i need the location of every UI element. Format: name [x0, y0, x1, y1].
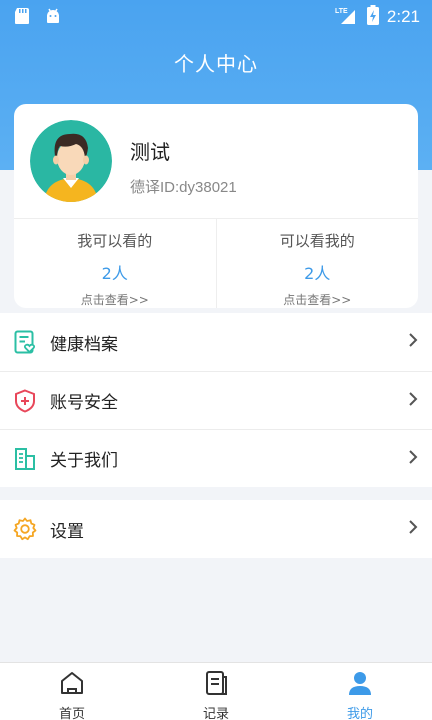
user-name: 测试: [130, 140, 170, 164]
home-icon: [58, 669, 86, 701]
menu-item-about-us[interactable]: 关于我们: [0, 429, 432, 487]
stat-i-can-view[interactable]: 我可以看的 2人 点击查看>>: [14, 219, 216, 308]
network-type-text: LTE: [335, 8, 348, 15]
view-link[interactable]: 点击查看>>: [14, 291, 216, 308]
page-title: 个人中心: [174, 52, 258, 76]
chevron-right-icon: [408, 391, 418, 411]
tab-label: 我的: [346, 707, 373, 720]
chevron-right-icon: [408, 519, 418, 539]
menu-item-settings[interactable]: 设置: [0, 500, 432, 558]
menu-label: 关于我们: [50, 451, 118, 471]
stat-count: 2人: [101, 264, 128, 283]
tab-mine[interactable]: 我的: [288, 663, 432, 720]
chevron-right-icon: [408, 449, 418, 469]
android-icon: [44, 7, 62, 29]
tab-label: 记录: [202, 707, 229, 720]
menu-item-health-record[interactable]: 健康档案: [0, 313, 432, 371]
menu-label: 设置: [50, 521, 84, 542]
menu-label: 账号安全: [50, 393, 118, 413]
stat-label: 我可以看的: [77, 232, 153, 250]
status-time: 2:21: [386, 7, 420, 26]
sd-card-icon: [14, 7, 30, 29]
tab-record[interactable]: 记录: [144, 663, 288, 720]
health-record-icon: [13, 330, 37, 354]
record-icon: [202, 669, 230, 701]
signal-icon: LTE: [335, 5, 359, 29]
shield-icon: [13, 388, 37, 413]
stat-label: 可以看我的: [279, 232, 355, 250]
user-id: 德译ID:dy38021: [130, 179, 237, 196]
battery-icon: [366, 5, 379, 29]
menu-item-account-security[interactable]: 账号安全: [0, 371, 432, 429]
follow-stats: 我可以看的 2人 点击查看>> 可以看我的 2人 点击查看>>: [14, 218, 418, 308]
menu-list: 健康档案 账号安全 关于我们: [0, 313, 432, 487]
stat-can-view-me[interactable]: 可以看我的 2人 点击查看>>: [215, 219, 419, 308]
menu-label: 健康档案: [50, 334, 118, 355]
chevron-right-icon: [408, 332, 418, 352]
gear-icon: [13, 517, 37, 541]
tab-label: 首页: [58, 707, 85, 720]
status-bar: LTE 2:21: [0, 0, 432, 34]
building-icon: [13, 447, 37, 471]
settings-group: 设置: [0, 500, 432, 558]
profile-card: 测试 德译ID:dy38021 我可以看的 2人 点击查看>> 可以看我的 2人…: [14, 104, 418, 308]
view-link[interactable]: 点击查看>>: [217, 291, 419, 308]
user-icon: [346, 669, 374, 701]
avatar[interactable]: [30, 120, 112, 202]
stat-count: 2人: [304, 264, 331, 283]
tab-home[interactable]: 首页: [0, 663, 144, 720]
bottom-tab-bar: 首页 记录 我的: [0, 662, 432, 720]
